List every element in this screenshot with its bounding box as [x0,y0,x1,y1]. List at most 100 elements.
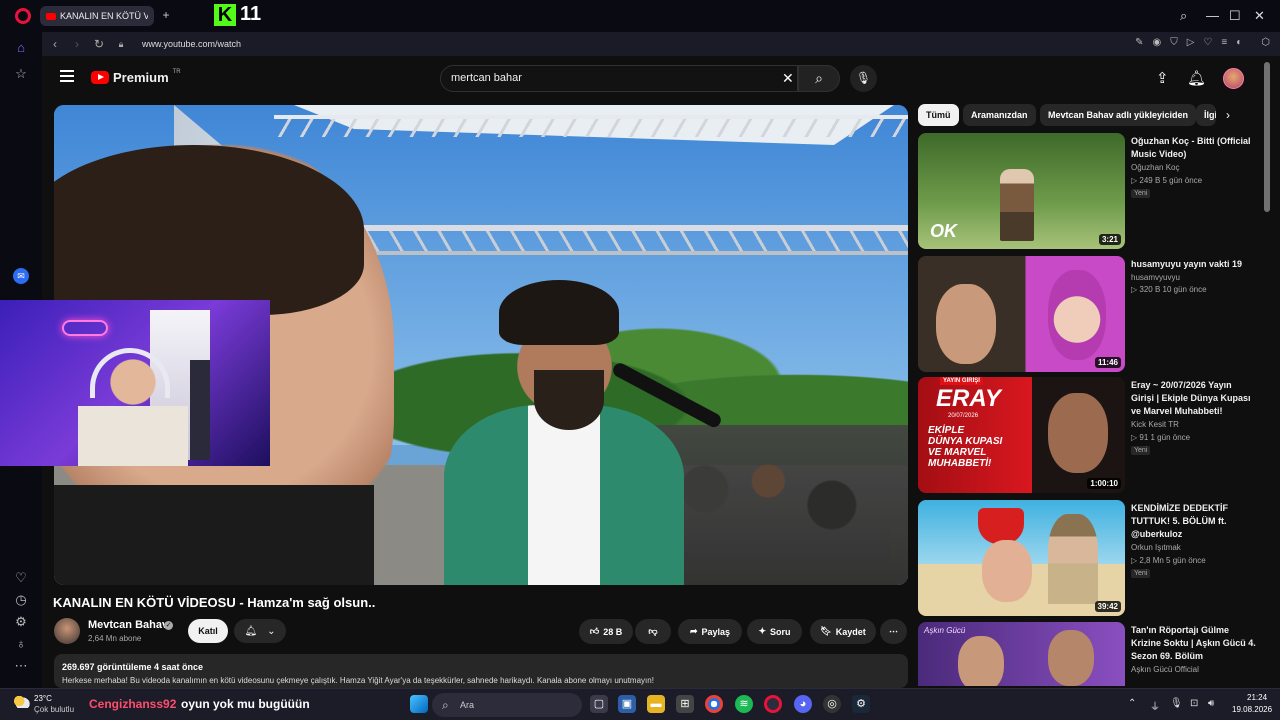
video-thumbnail[interactable]: OK 3:21 [918,133,1125,249]
weather-cloud-icon[interactable] [12,694,30,708]
subscriber-count: 2,64 Mn abone [88,634,142,643]
recommended-video[interactable]: Aşkın Gücü Tan'ın Röportajı Gülme Krizin… [918,622,1264,686]
channel-name[interactable]: Mevtcan Bahav [88,619,168,631]
youtube-logo[interactable]: Premium TR [91,69,181,85]
video-thumbnail[interactable]: Aşkın Gücü [918,622,1125,686]
store-icon[interactable]: ⊞ [676,695,694,713]
save-button[interactable]: 🔖︎ Kaydet [810,619,876,644]
heart-icon[interactable]: ♡ [13,570,29,586]
recommended-title[interactable]: Eray ~ 20/07/2026 Yayın Girişi | Ekiple … [1131,379,1257,418]
chevron-right-icon[interactable]: › [1226,108,1230,122]
taskbar-search[interactable]: Ara [432,693,582,717]
video-thumbnail[interactable]: 39:42 [918,500,1125,616]
back-icon[interactable]: ‹ [46,37,64,51]
new-tab-button[interactable]: + [160,9,172,21]
clock-date[interactable]: 19.08.2026 [1232,705,1272,714]
url-field[interactable]: www.youtube.com/watch [142,39,241,49]
file-explorer-icon[interactable]: ▬ [647,695,665,713]
tray-chevron-up-icon[interactable]: ⌃ [1128,698,1136,709]
forward-icon[interactable]: › [68,37,86,51]
tray-volume-icon[interactable]: 🔊︎ [1208,698,1214,709]
dislike-button[interactable]: 👎︎ [635,619,671,644]
search-input[interactable]: mertcan bahar [440,65,798,92]
messenger-icon[interactable]: ✉ [13,268,29,284]
recommended-video[interactable]: 11:46 husamyuyu yayın vakti 19 husamvyuv… [918,256,1264,374]
upload-icon[interactable]: ⇪ [1156,69,1169,87]
clear-search-icon[interactable]: ✕ [782,70,794,87]
voice-search-button[interactable]: 🎙︎ [850,65,877,92]
extensions-icon[interactable]: ⬡ [1261,37,1270,48]
more-actions-button[interactable]: ⋯ [880,619,907,644]
more-icon[interactable]: ⋯ [13,658,29,674]
star-icon[interactable]: ☆ [13,66,29,82]
maximize-icon[interactable]: ☐ [1229,8,1241,24]
reload-icon[interactable]: ↻ [90,37,108,51]
ask-button[interactable]: ✦ Soru [747,619,802,644]
hamburger-menu-icon[interactable] [60,70,74,82]
recommended-video[interactable]: OK 3:21 Oğuzhan Koç - Bitti (Official Mu… [918,133,1264,251]
weather-description[interactable]: Çok bulutlu [34,705,74,714]
browser-tab[interactable]: KANALIN EN KÖTÜ VİDEO [40,6,154,26]
tray-microphone-icon[interactable]: 🎙︎ [1170,698,1183,709]
share-button[interactable]: ➦ Paylaş [678,619,742,644]
recommended-channel[interactable]: Aşkın Gücü Official [1131,665,1199,674]
play-icon[interactable]: ▷ [1187,37,1195,48]
recommended-channel[interactable]: husamvyuvyu [1131,273,1180,282]
bulb-icon[interactable]: ♁ [13,636,29,652]
recommended-title[interactable]: husamyuyu yayın vakti 19 [1131,258,1257,271]
minimize-icon[interactable]: — [1206,8,1219,23]
chip-related[interactable]: İlgili [1196,104,1216,126]
duration-badge: 3:21 [1098,234,1121,245]
scrollbar-thumb[interactable] [1264,62,1270,212]
notifications-bell-icon[interactable]: 🔔︎ [1187,69,1206,87]
edit-icon[interactable]: ✎ [1135,37,1143,48]
opera-logo-icon[interactable] [15,8,31,24]
chip-all[interactable]: Tümü [918,104,959,126]
weather-temperature[interactable]: 23°C [34,694,52,703]
clock-time[interactable]: 21:24 [1247,693,1267,702]
page-scrollbar[interactable] [1264,62,1270,684]
recommended-title[interactable]: Tan'ın Röportajı Gülme Krizine Soktu | A… [1131,624,1257,663]
widgets-icon[interactable]: ▣ [618,695,636,713]
chip-from-uploader[interactable]: Mevtcan Bahav adlı yükleyiciden [1040,104,1197,126]
join-button[interactable]: Katıl [188,619,228,643]
recommended-channel[interactable]: Kick Kesit TR [1131,420,1179,429]
recommended-title[interactable]: Oğuzhan Koç - Bitti (Official Music Vide… [1131,135,1257,161]
camera-icon[interactable]: ◉ [1152,37,1161,48]
description-box[interactable]: 269.697 görüntüleme 4 saat önce Herkese … [54,654,908,688]
recommended-channel[interactable]: Orkun Işıtmak [1131,543,1181,552]
search-button[interactable]: ⌕ [798,65,840,92]
channel-avatar[interactable] [54,618,80,644]
heart-outline-icon[interactable]: ♡ [1203,37,1212,48]
profile-icon[interactable]: ◐ [1236,37,1242,48]
recommended-video[interactable]: YAYIN GİRİŞİ ERAY 20/07/2026 EKİPLE DÜNY… [918,377,1264,495]
browser-search-icon[interactable]: ⌕ [1180,8,1187,24]
chip-from-search[interactable]: Aramanızdan [963,104,1036,126]
settings-icon[interactable]: ⚙ [13,614,29,630]
recommended-channel[interactable]: Oğuzhan Koç [1131,163,1179,172]
like-button[interactable]: 👍︎ 28 B [579,619,633,644]
subscription-bell-button[interactable]: 🔔︎ ⌄ [234,619,286,643]
list-icon[interactable]: ≡ [1221,37,1227,48]
tray-usb-icon[interactable]: ⏚ [1150,698,1160,713]
video-thumbnail[interactable]: YAYIN GİRİŞİ ERAY 20/07/2026 EKİPLE DÜNY… [918,377,1125,493]
video-thumbnail[interactable]: 11:46 [918,256,1125,372]
home-icon[interactable]: ⌂ [13,40,29,56]
obs-icon[interactable]: ◎ [823,695,841,713]
account-avatar[interactable] [1223,68,1244,89]
spotify-icon[interactable]: ≋ [735,695,753,713]
shield-icon[interactable]: ⛉ [1170,37,1178,48]
foreground-shirt [54,485,374,585]
steam-icon[interactable]: ⚙ [852,695,870,713]
chrome-icon[interactable] [705,695,723,713]
recommended-title[interactable]: KENDİMİZE DEDEKTİF TUTTUK! 5. BÖLÜM ft. … [1131,502,1257,541]
youtube-premium-label: Premium [113,70,169,85]
history-icon[interactable]: ◷ [13,592,29,608]
task-view-icon[interactable]: ▢ [590,695,608,713]
windows-start-icon[interactable] [410,695,428,713]
recommended-video[interactable]: 39:42 KENDİMİZE DEDEKTİF TUTTUK! 5. BÖLÜ… [918,500,1264,618]
close-window-icon[interactable]: ✕ [1254,8,1265,24]
opera-taskbar-icon[interactable] [764,695,782,713]
tray-network-icon[interactable]: ⊡ [1190,698,1198,709]
discord-icon[interactable]: ◕ [794,695,812,713]
